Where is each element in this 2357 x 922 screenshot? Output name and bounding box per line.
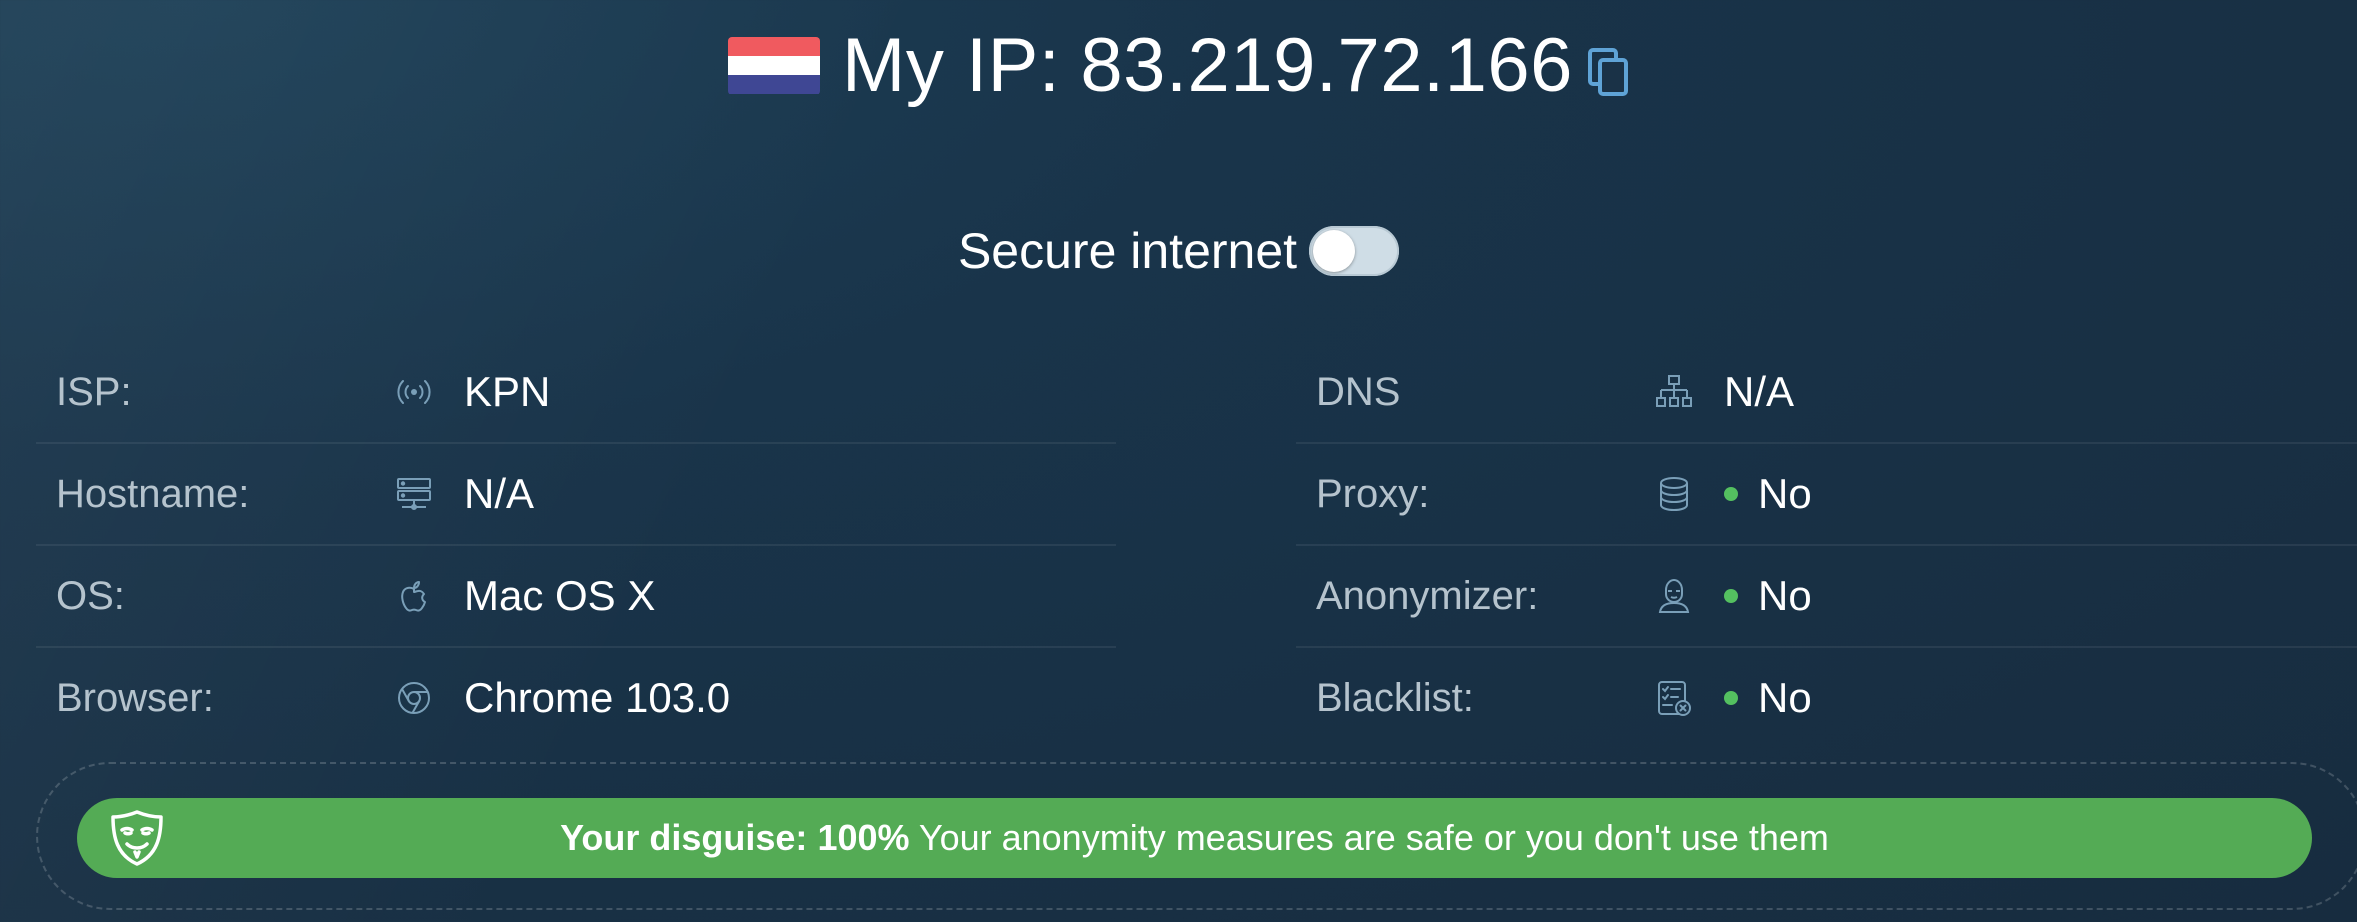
info-value: No — [1758, 572, 1812, 619]
ip-title: My IP: 83.219.72.166 — [842, 22, 1573, 109]
status-dot — [1724, 589, 1738, 603]
toggle-knob — [1313, 230, 1356, 272]
netherlands-flag-icon — [728, 36, 821, 95]
info-label: Browser: — [56, 675, 214, 720]
info-label: ISP: — [56, 369, 132, 414]
ip-title-prefix: My IP: — [842, 23, 1061, 108]
info-column-right: DNS N/A Proxy: No Anonymizer: No Blackli… — [1296, 342, 2357, 748]
info-label: Proxy: — [1316, 471, 1430, 516]
info-value: No — [1758, 674, 1812, 721]
info-row-hostname: Hostname: N/A — [36, 444, 1116, 546]
info-row-proxy: Proxy: No — [1296, 444, 2357, 546]
copy-icon[interactable] — [1587, 47, 1629, 97]
chrome-icon — [392, 676, 436, 720]
disguise-message: Your anonymity measures are safe or you … — [918, 817, 1829, 858]
secure-internet-label: Secure internet — [957, 223, 1298, 279]
status-dot — [1724, 691, 1738, 705]
secure-internet-row: Secure internet — [0, 222, 2357, 280]
server-icon — [392, 472, 436, 516]
info-value: Chrome 103.0 — [464, 674, 731, 721]
info-row-anonymizer: Anonymizer: No — [1296, 546, 2357, 648]
info-value: No — [1758, 470, 1812, 517]
network-icon — [1652, 370, 1696, 414]
disguise-banner: Your disguise: 100% Your anonymity measu… — [77, 798, 2312, 878]
status-dot — [1724, 487, 1738, 501]
info-label: DNS — [1316, 369, 1401, 414]
checklist-icon — [1652, 676, 1696, 720]
secure-internet-toggle[interactable] — [1309, 226, 1400, 276]
apple-icon — [392, 574, 436, 618]
info-label: OS: — [56, 573, 125, 618]
ip-header: My IP: 83.219.72.166 — [0, 22, 2357, 109]
info-value: KPN — [464, 368, 551, 415]
anonymous-user-icon — [1652, 574, 1696, 618]
info-value: Mac OS X — [464, 572, 656, 619]
info-row-os: OS: Mac OS X — [36, 546, 1116, 648]
info-label: Anonymizer: — [1316, 573, 1539, 618]
disguise-title: Your disguise: — [560, 817, 808, 858]
info-column-left: ISP: KPN Hostname: N/A OS: Mac OS X Brow… — [36, 342, 1116, 748]
database-icon — [1652, 472, 1696, 516]
info-label: Blacklist: — [1316, 675, 1474, 720]
info-row-isp: ISP: KPN — [36, 342, 1116, 444]
info-row-dns: DNS N/A — [1296, 342, 2357, 444]
ip-address[interactable]: 83.219.72.166 — [1080, 23, 1573, 108]
info-row-blacklist: Blacklist: No — [1296, 648, 2357, 748]
mask-shield-icon — [111, 810, 163, 866]
info-value: N/A — [464, 470, 535, 517]
disguise-percent: 100% — [817, 817, 910, 858]
info-label: Hostname: — [56, 471, 250, 516]
disguise-text: Your disguise: 100% Your anonymity measu… — [560, 817, 1829, 859]
info-value: N/A — [1724, 368, 1795, 415]
broadcast-icon — [392, 370, 436, 414]
info-row-browser: Browser: Chrome 103.0 — [36, 648, 1116, 748]
